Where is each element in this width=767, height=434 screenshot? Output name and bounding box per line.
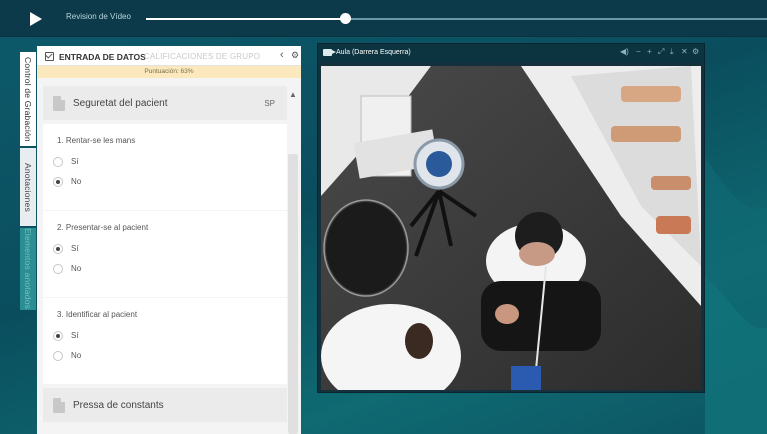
- radio-option-no[interactable]: No: [53, 263, 133, 277]
- scroll-up-icon[interactable]: ▲: [289, 90, 297, 99]
- radio-option-si[interactable]: Sí: [53, 156, 133, 170]
- zoom-out-icon[interactable]: −: [636, 47, 641, 56]
- tab-data-entry[interactable]: ENTRADA DE DATOS: [59, 52, 146, 62]
- close-icon[interactable]: ✕: [681, 47, 688, 56]
- radio-button[interactable]: [53, 331, 63, 341]
- tab-group-ratings[interactable]: CALIFICACIONES DE GRUPO: [144, 52, 260, 61]
- tab-annotated-elements[interactable]: Elementos anotados: [20, 228, 36, 310]
- question-card: 1. Rentar-se les mans Sí No: [43, 124, 287, 210]
- video-titlebar: Aula (Darrera Esquerra) ◀) − + ⤢ ⤓ ✕ ⚙: [318, 44, 704, 63]
- volume-icon[interactable]: ◀): [620, 47, 629, 56]
- video-review-title: Revision de Vídeo: [66, 12, 131, 21]
- section-vital-signs[interactable]: Pressa de constants: [43, 388, 287, 422]
- option-label: Sí: [71, 331, 79, 340]
- panel-header: ENTRADA DE DATOS CALIFICACIONES DE GRUPO…: [37, 46, 301, 66]
- section-title: Seguretat del pacient: [73, 98, 168, 109]
- question-card: 3. Identificar al pacient Sí No: [43, 298, 287, 384]
- radio-button[interactable]: [53, 244, 63, 254]
- tab-annotations[interactable]: Anotaciones: [20, 148, 36, 226]
- radio-button[interactable]: [53, 177, 63, 187]
- question-text: 1. Rentar-se les mans: [57, 136, 136, 145]
- expand-icon[interactable]: ⤢: [658, 47, 664, 57]
- question-card: 2. Presentar-se al pacient Sí No: [43, 211, 287, 297]
- gear-icon[interactable]: ⚙: [692, 47, 699, 56]
- question-text: 2. Presentar-se al pacient: [57, 223, 149, 232]
- section-title: Pressa de constants: [73, 400, 164, 411]
- side-tabs: Control de Grabación Anotaciones Element…: [0, 46, 37, 434]
- data-entry-panel: ENTRADA DE DATOS CALIFICACIONES DE GRUPO…: [37, 46, 301, 434]
- download-icon[interactable]: ⤓: [670, 47, 674, 57]
- chevron-left-icon[interactable]: ‹: [280, 49, 284, 61]
- camera-icon: [323, 49, 336, 56]
- zoom-in-icon[interactable]: +: [647, 47, 652, 56]
- option-label: Sí: [71, 157, 79, 166]
- play-button[interactable]: [22, 5, 50, 33]
- score-bar: Puntuación: 63%: [37, 66, 301, 78]
- timeline-slider[interactable]: [146, 13, 767, 24]
- playback-bar: Revision de Vídeo: [0, 0, 767, 37]
- play-icon: [30, 12, 42, 26]
- option-label: Sí: [71, 244, 79, 253]
- timeline-progress: [146, 18, 345, 20]
- timeline-handle[interactable]: [339, 13, 351, 24]
- background-wave: [705, 157, 767, 434]
- radio-button[interactable]: [53, 157, 63, 167]
- tab-recording-control[interactable]: Control de Grabación: [20, 52, 36, 146]
- radio-button[interactable]: [53, 351, 63, 361]
- classroom-camera-image: [321, 66, 701, 390]
- video-feed[interactable]: [321, 66, 701, 390]
- section-patient-safety[interactable]: Seguretat del pacient SP: [43, 86, 287, 120]
- radio-option-si[interactable]: Sí: [53, 243, 133, 257]
- radio-button[interactable]: [53, 264, 63, 274]
- section-badge: SP: [264, 99, 275, 108]
- video-window: Aula (Darrera Esquerra) ◀) − + ⤢ ⤓ ✕ ⚙: [317, 43, 705, 393]
- option-label: No: [71, 177, 82, 186]
- question-text: 3. Identificar al pacient: [57, 310, 138, 319]
- radio-option-no[interactable]: No: [53, 350, 133, 364]
- document-icon: [53, 398, 65, 413]
- checklist-icon: [45, 52, 54, 61]
- radio-option-si[interactable]: Sí: [53, 330, 133, 344]
- scrollbar-thumb[interactable]: [288, 154, 298, 434]
- camera-title: Aula (Darrera Esquerra): [336, 49, 411, 56]
- option-label: No: [71, 264, 82, 273]
- option-label: No: [71, 351, 82, 360]
- document-icon: [53, 96, 65, 111]
- radio-option-no[interactable]: No: [53, 176, 133, 190]
- gear-icon[interactable]: ⚙: [291, 50, 299, 61]
